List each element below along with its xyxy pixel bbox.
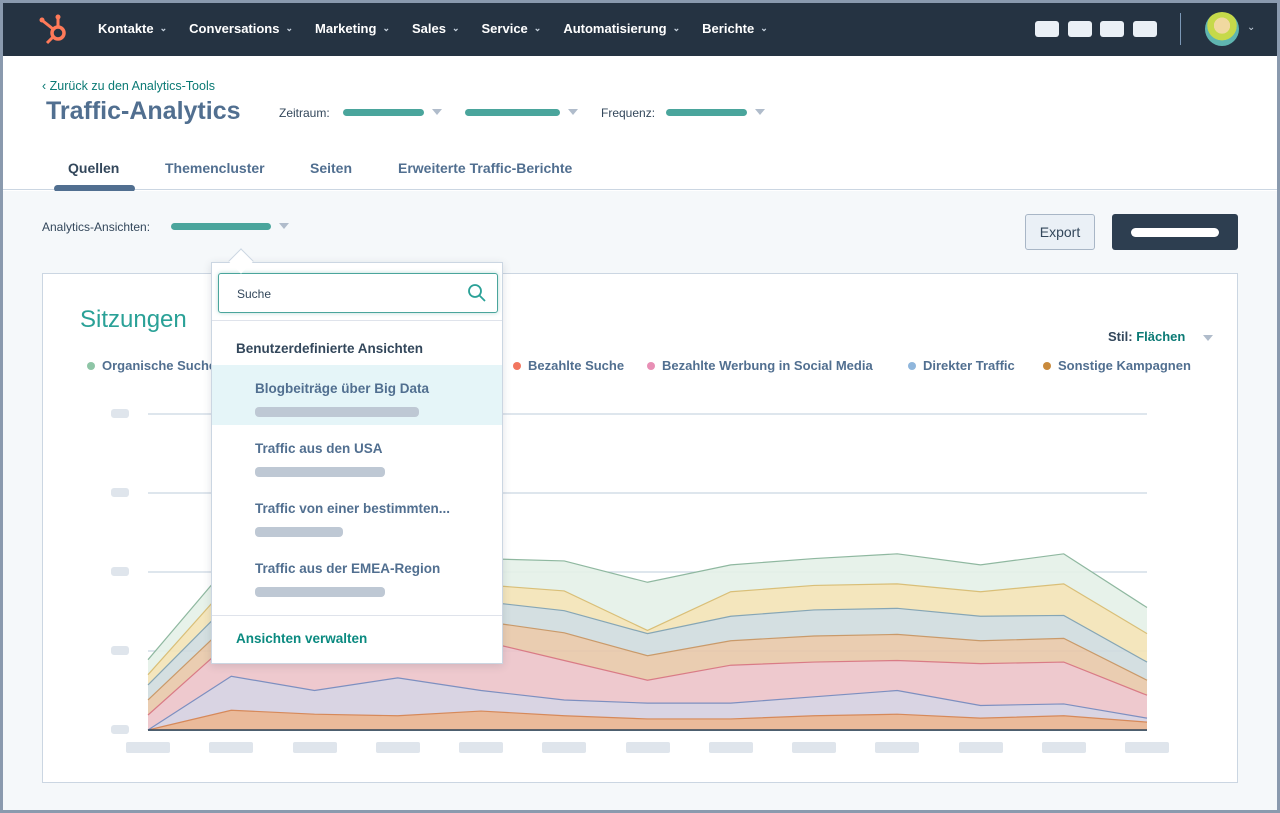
view-option[interactable]: Blogbeiträge über Big Data (212, 365, 502, 425)
divider (212, 615, 502, 616)
section-title: Benutzerdefinierte Ansichten (236, 341, 424, 356)
search-placeholder: Suche (237, 287, 272, 301)
view-option-label: Traffic aus der EMEA-Region (255, 561, 441, 576)
x-tick-label-placeholder (459, 742, 503, 753)
y-tick-label-placeholder (111, 567, 129, 576)
placeholder-bar (255, 467, 385, 477)
x-tick-label-placeholder (126, 742, 170, 753)
x-tick-label-placeholder (1041, 742, 1086, 753)
y-tick-label-placeholder (111, 725, 129, 734)
search-input[interactable]: Suche (218, 273, 498, 313)
placeholder-bar (255, 407, 419, 417)
x-tick-label-placeholder (792, 742, 836, 753)
analytics-views-dropdown: Suche Benutzerdefinierte Ansichten Blogb… (211, 262, 503, 664)
x-tick-label-placeholder (625, 742, 670, 753)
search-icon (468, 284, 486, 302)
divider (212, 320, 502, 321)
y-tick-label-placeholder (111, 646, 129, 655)
y-tick-label-placeholder (111, 488, 129, 497)
y-tick-label-placeholder (111, 409, 129, 418)
view-option[interactable]: Traffic aus der EMEA-Region (212, 545, 502, 605)
stacked-area-chart (147, 413, 1148, 731)
x-tick-label-placeholder (708, 742, 753, 753)
x-tick-label-placeholder (958, 742, 1003, 753)
view-option-label: Blogbeiträge über Big Data (255, 381, 430, 396)
view-option[interactable]: Traffic aus den USA (212, 425, 502, 485)
placeholder-bar (255, 587, 385, 597)
x-tick-label-placeholder (875, 742, 920, 753)
x-tick-label-placeholder (542, 742, 587, 753)
view-option-label: Traffic von einer bestimmten... (255, 501, 451, 516)
view-option-label: Traffic aus den USA (255, 441, 383, 456)
x-tick-label-placeholder (292, 742, 337, 753)
x-tick-label-placeholder (375, 742, 420, 753)
placeholder-bar (255, 527, 343, 537)
view-option[interactable]: Traffic von einer bestimmten... (212, 485, 502, 545)
x-tick-label-placeholder (1125, 742, 1169, 753)
manage-views-link[interactable]: Ansichten verwalten (236, 631, 367, 646)
x-tick-label-placeholder (209, 742, 254, 753)
